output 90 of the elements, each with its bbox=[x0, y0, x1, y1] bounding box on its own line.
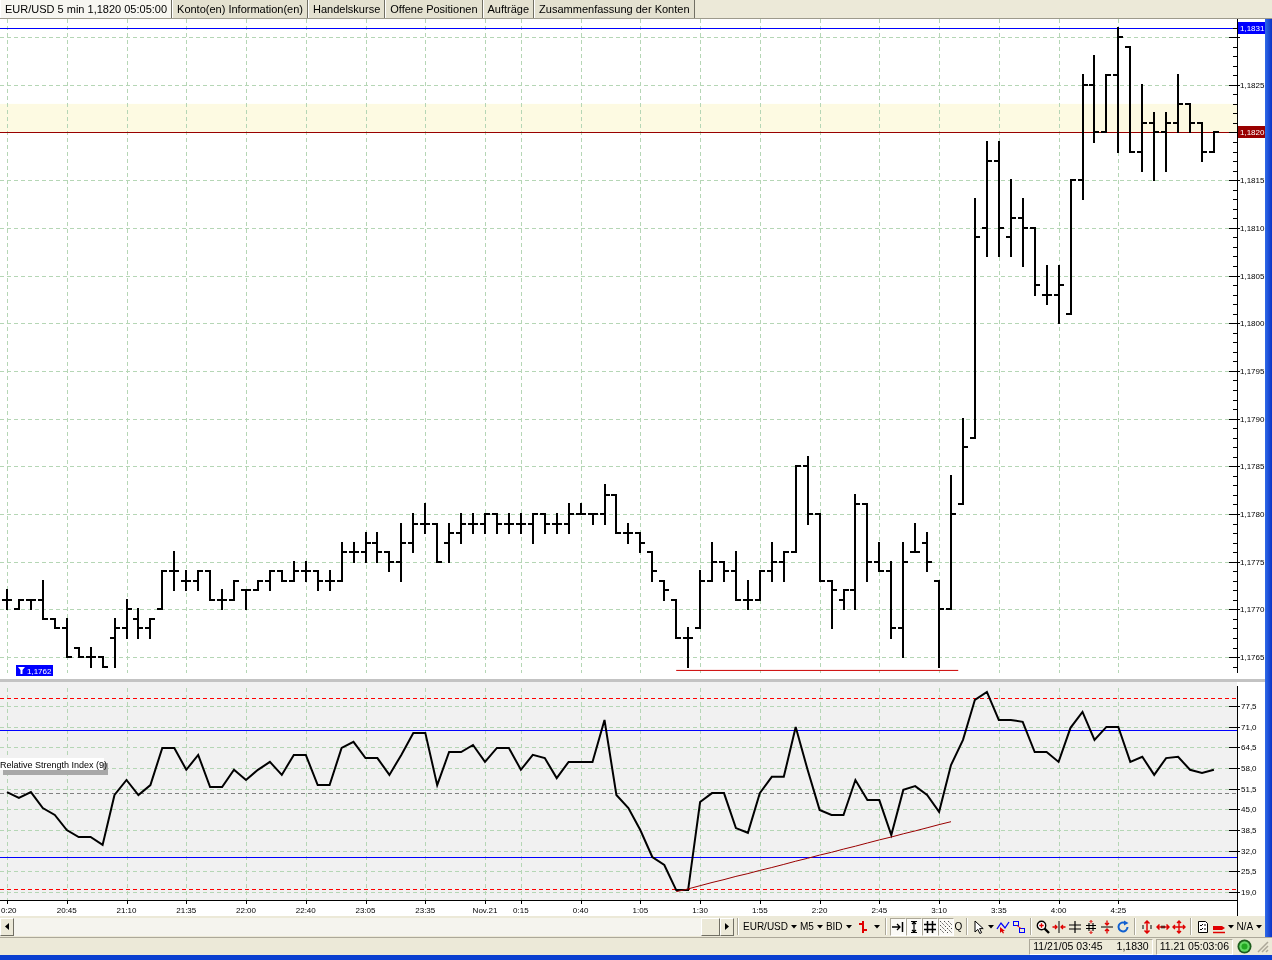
time-axis-label: 0:20 bbox=[1, 905, 17, 915]
tab[interactable]: Konto(en) Information(en) bbox=[172, 0, 308, 18]
rsi-axis-label: 25,5 bbox=[1241, 867, 1257, 877]
time-axis-label: 4:25 bbox=[1110, 905, 1127, 915]
scroll-left-button[interactable] bbox=[0, 917, 14, 936]
rsi-axis-label: 19,0 bbox=[1241, 888, 1257, 898]
status-clock: 11.21 05:03:06 bbox=[1155, 938, 1233, 955]
rsi-axis-label: 71,0 bbox=[1241, 722, 1257, 732]
rsi-axis-label: 45,0 bbox=[1241, 805, 1257, 815]
low-price-text: 1,1762 bbox=[27, 666, 52, 676]
tab[interactable]: Offene Positionen bbox=[385, 0, 483, 18]
caret-icon bbox=[873, 924, 880, 929]
pointer-line-icon[interactable] bbox=[996, 919, 1011, 934]
price-type-dropdown[interactable]: BID bbox=[824, 917, 854, 936]
caret-icon[interactable] bbox=[1228, 924, 1235, 929]
caret-icon bbox=[1256, 924, 1263, 929]
time-axis-label: 1:55 bbox=[752, 905, 768, 915]
symbol-dropdown[interactable]: EUR/USD bbox=[742, 917, 799, 936]
price-axis-label: 1,1780 bbox=[1240, 510, 1265, 519]
rsi-axis-label: 58,0 bbox=[1241, 763, 1257, 773]
time-axis-label: 20:45 bbox=[56, 905, 77, 915]
caret-icon bbox=[791, 924, 797, 929]
arrows-inward-icon[interactable] bbox=[1052, 919, 1067, 934]
time-axis-label: 3:35 bbox=[991, 905, 1007, 915]
time-axis-label: 2:20 bbox=[811, 905, 828, 915]
caret-icon bbox=[816, 924, 823, 929]
price-axis-label: 1,1825 bbox=[1240, 80, 1265, 90]
time-axis-label: 21:10 bbox=[116, 905, 137, 915]
time-axis-label: 4:00 bbox=[1050, 905, 1067, 915]
time-axis-label: 2:45 bbox=[871, 905, 888, 915]
caret-icon[interactable] bbox=[988, 924, 995, 929]
rsi-axis-label: 32,0 bbox=[1241, 846, 1257, 856]
grid-arrows-icon[interactable] bbox=[1084, 919, 1099, 934]
rsi-axis-label: 38,5 bbox=[1241, 826, 1257, 835]
price-axis-label: 1,1775 bbox=[1240, 557, 1265, 567]
quote-button[interactable]: Q bbox=[953, 917, 964, 936]
vertical-arrows-icon[interactable] bbox=[1100, 919, 1115, 934]
right-triangle-icon bbox=[725, 923, 729, 930]
left-triangle-icon bbox=[5, 923, 9, 930]
price-axis-label: 1,1815 bbox=[1240, 176, 1265, 186]
rsi-axis-label: 77,5 bbox=[1241, 701, 1257, 711]
time-axis-label: 22:40 bbox=[295, 905, 316, 915]
time-axis-label: 23:05 bbox=[355, 905, 376, 915]
price-axis-label: 1,1800 bbox=[1240, 319, 1265, 329]
time-axis-label: 23:35 bbox=[415, 905, 436, 915]
resize-grip-icon[interactable] bbox=[1257, 940, 1269, 953]
arrow-to-line-icon bbox=[890, 919, 905, 934]
time-axis-label: 22:00 bbox=[236, 905, 256, 915]
time-axis-label: 3:10 bbox=[931, 905, 947, 915]
price-tag: 1,1820 bbox=[1238, 126, 1265, 138]
price-tag: 1,1831 bbox=[1238, 22, 1265, 34]
price-axis-label: 1,1785 bbox=[1240, 462, 1265, 472]
refresh-icon[interactable] bbox=[1116, 919, 1131, 934]
price-axis-label: 1,1770 bbox=[1240, 605, 1265, 615]
time-axis-label: 1:05 bbox=[632, 905, 649, 915]
time-axis-label: 21:35 bbox=[176, 905, 197, 915]
time-axis-label: Nov.21 bbox=[472, 905, 498, 915]
time-axis-label: 0:15 bbox=[513, 905, 529, 915]
cursor-price-text: 1,1830 bbox=[1116, 938, 1149, 954]
rsi-axis-label: 64,5 bbox=[1241, 743, 1257, 753]
end-dropdown[interactable]: N/A bbox=[1235, 917, 1265, 936]
scrollbar-thumb[interactable] bbox=[701, 917, 720, 936]
cursor-icon[interactable] bbox=[972, 919, 987, 934]
scroll-right-button[interactable] bbox=[720, 917, 734, 936]
tab[interactable]: EUR/USD 5 min 1,1820 05:05:00 bbox=[0, 0, 173, 18]
toggle-button[interactable] bbox=[889, 917, 906, 936]
timeframe-dropdown[interactable]: M5 bbox=[799, 917, 825, 936]
funnel-icon bbox=[18, 667, 25, 674]
cursor-time-text: 11/21/05 03:45 bbox=[1033, 938, 1103, 954]
grid-icon bbox=[922, 919, 937, 934]
price-axis-label: 1,1790 bbox=[1240, 414, 1265, 424]
price-axis-label: 1,1795 bbox=[1240, 366, 1265, 376]
caret-icon bbox=[845, 924, 852, 929]
rsi-axis-label: 51,5 bbox=[1241, 784, 1257, 794]
cross-lines-icon[interactable] bbox=[1068, 919, 1083, 934]
tab[interactable]: Aufträge bbox=[482, 0, 535, 18]
time-axis-label: 0:40 bbox=[572, 905, 589, 915]
tab[interactable]: Handelskurse bbox=[308, 0, 386, 18]
time-axis-label: 1:30 bbox=[692, 905, 708, 915]
vertical-resize-icon[interactable] bbox=[1140, 919, 1155, 934]
dotted-lines-icon bbox=[938, 919, 953, 934]
indicator-label: Relative Strength Index (9) bbox=[0, 758, 108, 775]
tab[interactable]: Zusammenfassung der Konten bbox=[534, 0, 695, 18]
price-axis-label: 1,1810 bbox=[1240, 223, 1265, 233]
price-axis-label: 1,1805 bbox=[1240, 271, 1265, 281]
zoom-in-icon[interactable] bbox=[1036, 919, 1051, 934]
linked-boxes-icon[interactable] bbox=[1012, 919, 1027, 934]
price-axis-label: 1,1765 bbox=[1240, 653, 1265, 663]
checklist-icon[interactable] bbox=[1196, 919, 1211, 934]
move-icon[interactable] bbox=[1172, 919, 1187, 934]
